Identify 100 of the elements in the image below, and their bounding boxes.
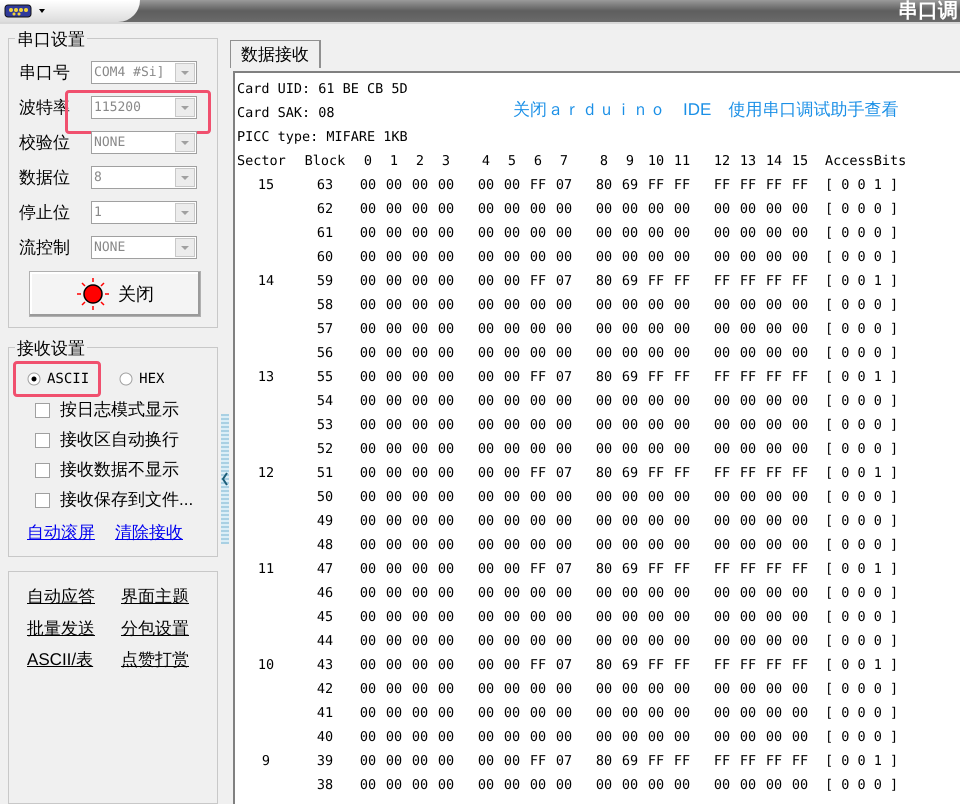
table-cell-text: 00 (738, 776, 758, 795)
table-cell-text: 53 (316, 416, 334, 435)
table-cell-text: 00 (712, 392, 732, 411)
checkbox[interactable] (35, 432, 50, 448)
radio-button[interactable] (27, 372, 41, 386)
link[interactable]: 自动应答 (27, 584, 121, 610)
table-cell-text: 07 (554, 656, 574, 675)
table-cell-text: 00 (502, 584, 522, 603)
combo-box[interactable]: NONE (91, 131, 197, 154)
link[interactable]: ASCII/表 (27, 647, 121, 672)
link[interactable]: 批量发送 (27, 616, 121, 641)
table-cell-text: 00 (646, 488, 666, 507)
table-cell-text: 00 (712, 248, 732, 267)
table-cell-text: 00 (358, 272, 378, 291)
table-cell-text: 00 (502, 464, 522, 483)
table-cell-text: 00 (712, 512, 732, 531)
table-cell-text: 00 (594, 248, 614, 267)
table-cell-text: 00 (358, 296, 378, 315)
table-cell-text: 00 (672, 776, 692, 795)
checkbox[interactable] (35, 402, 50, 418)
table-cell-text: 00 (528, 704, 548, 723)
table-cell-text: 00 (790, 296, 810, 315)
combo-box[interactable]: 1 (91, 201, 197, 224)
table-cell-text: 00 (502, 632, 522, 651)
table-cell-text: 00 (554, 200, 574, 219)
table-cell-text: 00 (410, 224, 430, 243)
table-cell-text: 00 (358, 320, 378, 339)
table-cell-text: 00 (502, 392, 522, 411)
table-cell-text: 00 (502, 728, 522, 747)
table-cell-text: 00 (410, 296, 430, 315)
table-cell-text: 00 (358, 680, 378, 699)
system-menu-button[interactable] (0, 0, 140, 22)
table-cell-text: 00 (384, 176, 404, 195)
splitter-handle[interactable] (221, 414, 229, 544)
column-header: 4 (480, 152, 492, 171)
table-cell-text: 00 (790, 632, 810, 651)
column-header: 9 (624, 152, 636, 171)
table-cell-text: FF (646, 752, 666, 771)
table-cell-text: 00 (528, 512, 548, 531)
radio-button[interactable] (119, 372, 134, 386)
table-cell-text: 00 (502, 272, 522, 291)
column-header: 7 (558, 152, 570, 171)
table-cell-text: 00 (594, 200, 614, 219)
table-cell-text: 00 (476, 344, 496, 363)
table-cell-text: 00 (528, 536, 548, 555)
table-cell-text: 00 (410, 656, 430, 675)
combo-box[interactable]: 115200 (91, 96, 197, 119)
table-cell-text: 00 (476, 512, 496, 531)
table-cell-text: 00 (712, 224, 732, 243)
link[interactable]: 点赞打赏 (121, 647, 215, 672)
table-cell-text: 00 (476, 416, 496, 435)
table-cell-text: 00 (476, 464, 496, 483)
table-cell-text: 00 (764, 608, 784, 627)
table-cell-text: 00 (620, 248, 640, 267)
column-header: 1 (388, 152, 400, 171)
table-cell-text: [ 0 0 0 ] (825, 416, 900, 435)
table-cell-text: 00 (790, 608, 810, 627)
table-cell-text: 00 (436, 584, 456, 603)
table-cell-text: 00 (476, 200, 496, 219)
link[interactable]: 分包设置 (121, 616, 215, 641)
close-port-button[interactable]: 关闭 (29, 271, 201, 317)
table-cell-text: 00 (712, 536, 732, 555)
table-cell-text: 00 (738, 488, 758, 507)
table-cell-text: 00 (410, 200, 430, 219)
table-cell-text: [ 0 0 1 ] (825, 560, 900, 579)
table-cell-text: 00 (358, 176, 378, 195)
table-cell-text: 00 (436, 776, 456, 795)
table-cell-text: 51 (316, 464, 334, 483)
table-cell-text: FF (528, 368, 548, 387)
table-cell-text: 00 (712, 440, 732, 459)
table-cell-text: FF (646, 464, 666, 483)
table-cell-text: 00 (790, 392, 810, 411)
column-header: 11 (672, 152, 692, 171)
table-cell-text: 00 (790, 488, 810, 507)
table-cell-text: 00 (554, 728, 574, 747)
table-cell-text: [ 0 0 0 ] (825, 728, 900, 747)
table-cell-text: 12 (256, 464, 276, 483)
table-cell-text: [ 0 0 1 ] (825, 368, 900, 387)
link[interactable]: 自动滚屏 (27, 520, 95, 546)
table-cell-text: 00 (476, 536, 496, 555)
table-cell-text: 00 (502, 680, 522, 699)
combo-box[interactable]: NONE (91, 236, 197, 259)
combo-box[interactable]: COM4 #Si] (91, 61, 197, 84)
link[interactable]: 清除接收 (115, 520, 183, 546)
combo-box[interactable]: 8 (91, 166, 197, 189)
table-cell-text: FF (764, 272, 784, 291)
table-cell-text: [ 0 0 0 ] (825, 608, 900, 627)
table-cell-text: FF (528, 176, 548, 195)
checkbox[interactable] (35, 492, 50, 508)
table-cell-text: 00 (528, 728, 548, 747)
tab[interactable]: 数据接收 (230, 40, 321, 68)
table-cell-text: FF (764, 560, 784, 579)
table-cell-text: 00 (620, 512, 640, 531)
link[interactable]: 界面主题 (121, 584, 215, 610)
table-cell-text: 00 (594, 344, 614, 363)
table-cell-text: 00 (476, 608, 496, 627)
table-cell-text: 00 (436, 728, 456, 747)
table-cell-text: 00 (358, 608, 378, 627)
table-cell-text: 00 (476, 392, 496, 411)
checkbox[interactable] (35, 462, 50, 478)
